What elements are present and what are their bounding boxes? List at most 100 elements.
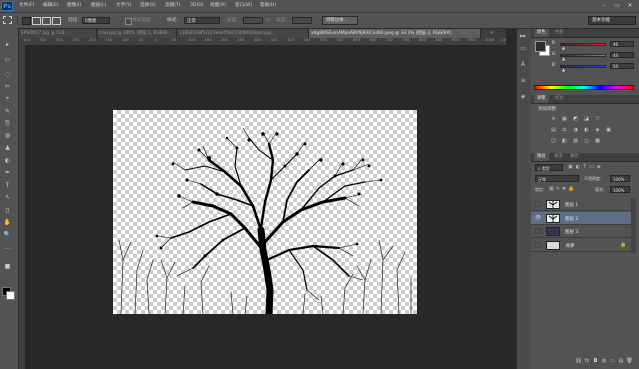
layer-action-icon[interactable]: ⛓	[575, 358, 582, 365]
tool-icon-11[interactable]: T	[3, 181, 12, 190]
channel-slider-b[interactable]	[560, 65, 606, 68]
tool-icon-15[interactable]: 🔍	[3, 230, 12, 239]
slider-handle-icon[interactable]: ▲	[562, 46, 565, 50]
tab-channels[interactable]: 通道	[551, 153, 566, 161]
tool-icon-3[interactable]: ✂	[3, 82, 12, 91]
tab-true[interactable]: true.jpg @ 100% (图层 1, RGB/8...	[97, 29, 177, 38]
eye-icon[interactable]	[535, 228, 541, 234]
antialias-checkbox[interactable]	[125, 18, 132, 25]
layer-action-icon[interactable]: 🗑	[626, 358, 633, 365]
eye-icon[interactable]	[535, 241, 541, 248]
tool-icon-9[interactable]: ◐	[3, 156, 12, 165]
adjustment-icon[interactable]: ◧	[561, 138, 568, 144]
menu-item-10[interactable]: 帮助(H)	[260, 0, 276, 12]
tab-paths[interactable]: 路径	[567, 153, 582, 161]
workspace-select[interactable]: 基本功能	[588, 16, 636, 25]
more-tabs-icon[interactable]: »	[490, 29, 502, 38]
history-icon[interactable]: ▭	[518, 44, 528, 54]
menu-item-1[interactable]: 编辑(E)	[43, 0, 59, 12]
tool-icon-8[interactable]: ▲	[3, 143, 12, 152]
adjustment-icon[interactable]: ◑	[572, 127, 579, 133]
eye-icon[interactable]: 👁	[535, 215, 541, 221]
properties-icon[interactable]: ◈	[518, 92, 528, 102]
adjustment-icon[interactable]: ◪	[583, 116, 590, 122]
menu-item-4[interactable]: 文字(Y)	[116, 0, 132, 12]
tool-icon-16[interactable]: …	[3, 243, 12, 252]
layer-filter-icons[interactable]: ▣◐T▭◈	[568, 164, 628, 171]
menu-item-5[interactable]: 选择(S)	[140, 0, 156, 12]
tab-adjustments[interactable]: 调整	[534, 95, 549, 103]
menu-item-2[interactable]: 图像(I)	[67, 0, 81, 12]
adjustment-icon[interactable]: ▽	[594, 116, 601, 122]
eye-icon[interactable]	[535, 201, 541, 207]
paragraph-icon[interactable]: ≡	[518, 76, 528, 86]
adjustment-icon[interactable]: ◩	[572, 116, 579, 122]
tool-icon-10[interactable]: ✒	[3, 168, 12, 177]
adjustment-icon[interactable]: ◈	[594, 127, 601, 133]
slider-handle-icon[interactable]: ▲	[562, 57, 565, 61]
menu-item-7[interactable]: 3D(D)	[190, 0, 204, 12]
style-select[interactable]: 正常	[184, 17, 220, 24]
slider-handle-icon[interactable]: ▲	[562, 68, 565, 72]
adjustment-icon[interactable]: ▨	[572, 138, 579, 144]
tab-color[interactable]: 颜色	[534, 29, 549, 37]
add-selection-icon[interactable]	[32, 17, 41, 25]
adjustment-icon[interactable]: ▣	[605, 127, 612, 133]
adjustment-icon[interactable]: ▩	[594, 138, 601, 144]
fill-input[interactable]: 100%	[610, 186, 630, 193]
fg-color-swatch[interactable]	[535, 41, 546, 52]
tool-icon-12[interactable]: ↖	[3, 193, 12, 202]
subtract-selection-icon[interactable]	[42, 17, 51, 25]
layer-action-icon[interactable]: ◘	[592, 358, 599, 365]
adjustment-icon[interactable]: ◻	[583, 138, 590, 144]
menu-item-3[interactable]: 图层(L)	[91, 0, 106, 12]
channel-value-b[interactable]: 50	[610, 63, 634, 69]
feather-input[interactable]: 0像素	[82, 17, 110, 24]
tool-icon-14[interactable]: ✋	[3, 218, 12, 227]
tool-icon-0[interactable]: ▸	[3, 40, 12, 49]
tab-epson17[interactable]: EPSON17.jpg @ 100...	[19, 29, 97, 38]
tool-icon-17[interactable]: ■	[3, 262, 12, 271]
tab-styles[interactable]: 样式	[552, 95, 567, 103]
menu-item-8[interactable]: 视图(V)	[210, 0, 226, 12]
color-spectrum-bar[interactable]	[534, 85, 634, 90]
tab-11893419[interactable]: 11893419f52c11eaef5947c80b01b0ad.jpg...	[177, 29, 309, 38]
refine-edge-button[interactable]: 调整边缘...	[322, 16, 358, 25]
character-icon[interactable]: A	[518, 60, 528, 70]
close-button[interactable]: ✕	[624, 1, 636, 10]
swap-icon[interactable]: ⇄	[266, 13, 270, 28]
adjustment-icon[interactable]: ☀	[550, 116, 557, 122]
tool-icon-4[interactable]: ⌖	[3, 94, 12, 103]
background-color-swatch[interactable]	[6, 291, 15, 300]
tool-icon-5[interactable]: ✎	[3, 107, 12, 116]
tool-icon-6[interactable]: ⎘	[3, 119, 12, 128]
tab-layers[interactable]: 图层	[534, 153, 549, 161]
layer-action-icon[interactable]: ▤	[618, 358, 625, 365]
height-input[interactable]	[292, 17, 312, 24]
channel-slider-r[interactable]	[560, 43, 606, 46]
tool-icon-7[interactable]: ◍	[3, 131, 12, 140]
opacity-input[interactable]: 100%	[610, 175, 630, 182]
adjustment-icon[interactable]: ◐	[583, 127, 590, 133]
adjustment-icon[interactable]: ▤	[550, 127, 557, 133]
tab-active-document[interactable]: xRg8KISFumAMpoABV9jRAICns68.jpeg @ 33.3%…	[309, 29, 481, 38]
blend-mode-select[interactable]: 正常	[535, 175, 579, 182]
layer-kind-filter[interactable]: ρ 类型	[535, 164, 563, 171]
layer-action-icon[interactable]: ◍	[601, 358, 608, 365]
lock-icons[interactable]: ▦✎✥🔒	[549, 186, 576, 192]
tab-swatches[interactable]: 色板	[552, 29, 567, 37]
tool-icon-1[interactable]: ▭	[3, 55, 12, 64]
maximize-button[interactable]: ▭	[611, 1, 623, 10]
adjustment-icon[interactable]: ⚖	[561, 127, 568, 133]
layer-action-icon[interactable]: fx	[584, 358, 591, 365]
menu-item-6[interactable]: 滤镜(T)	[165, 0, 181, 12]
channel-value-r[interactable]: 46	[610, 41, 634, 47]
minimize-button[interactable]: –	[598, 1, 610, 10]
width-input[interactable]	[243, 17, 263, 24]
menu-item-9[interactable]: 窗口(W)	[235, 0, 252, 12]
marquee-preset-icon[interactable]	[3, 16, 12, 24]
new-selection-icon[interactable]	[22, 17, 31, 25]
collapse-panels-icon[interactable]: ▶▶	[518, 31, 528, 41]
layer-action-icon[interactable]: ▭	[609, 358, 616, 365]
intersect-selection-icon[interactable]	[52, 17, 61, 25]
